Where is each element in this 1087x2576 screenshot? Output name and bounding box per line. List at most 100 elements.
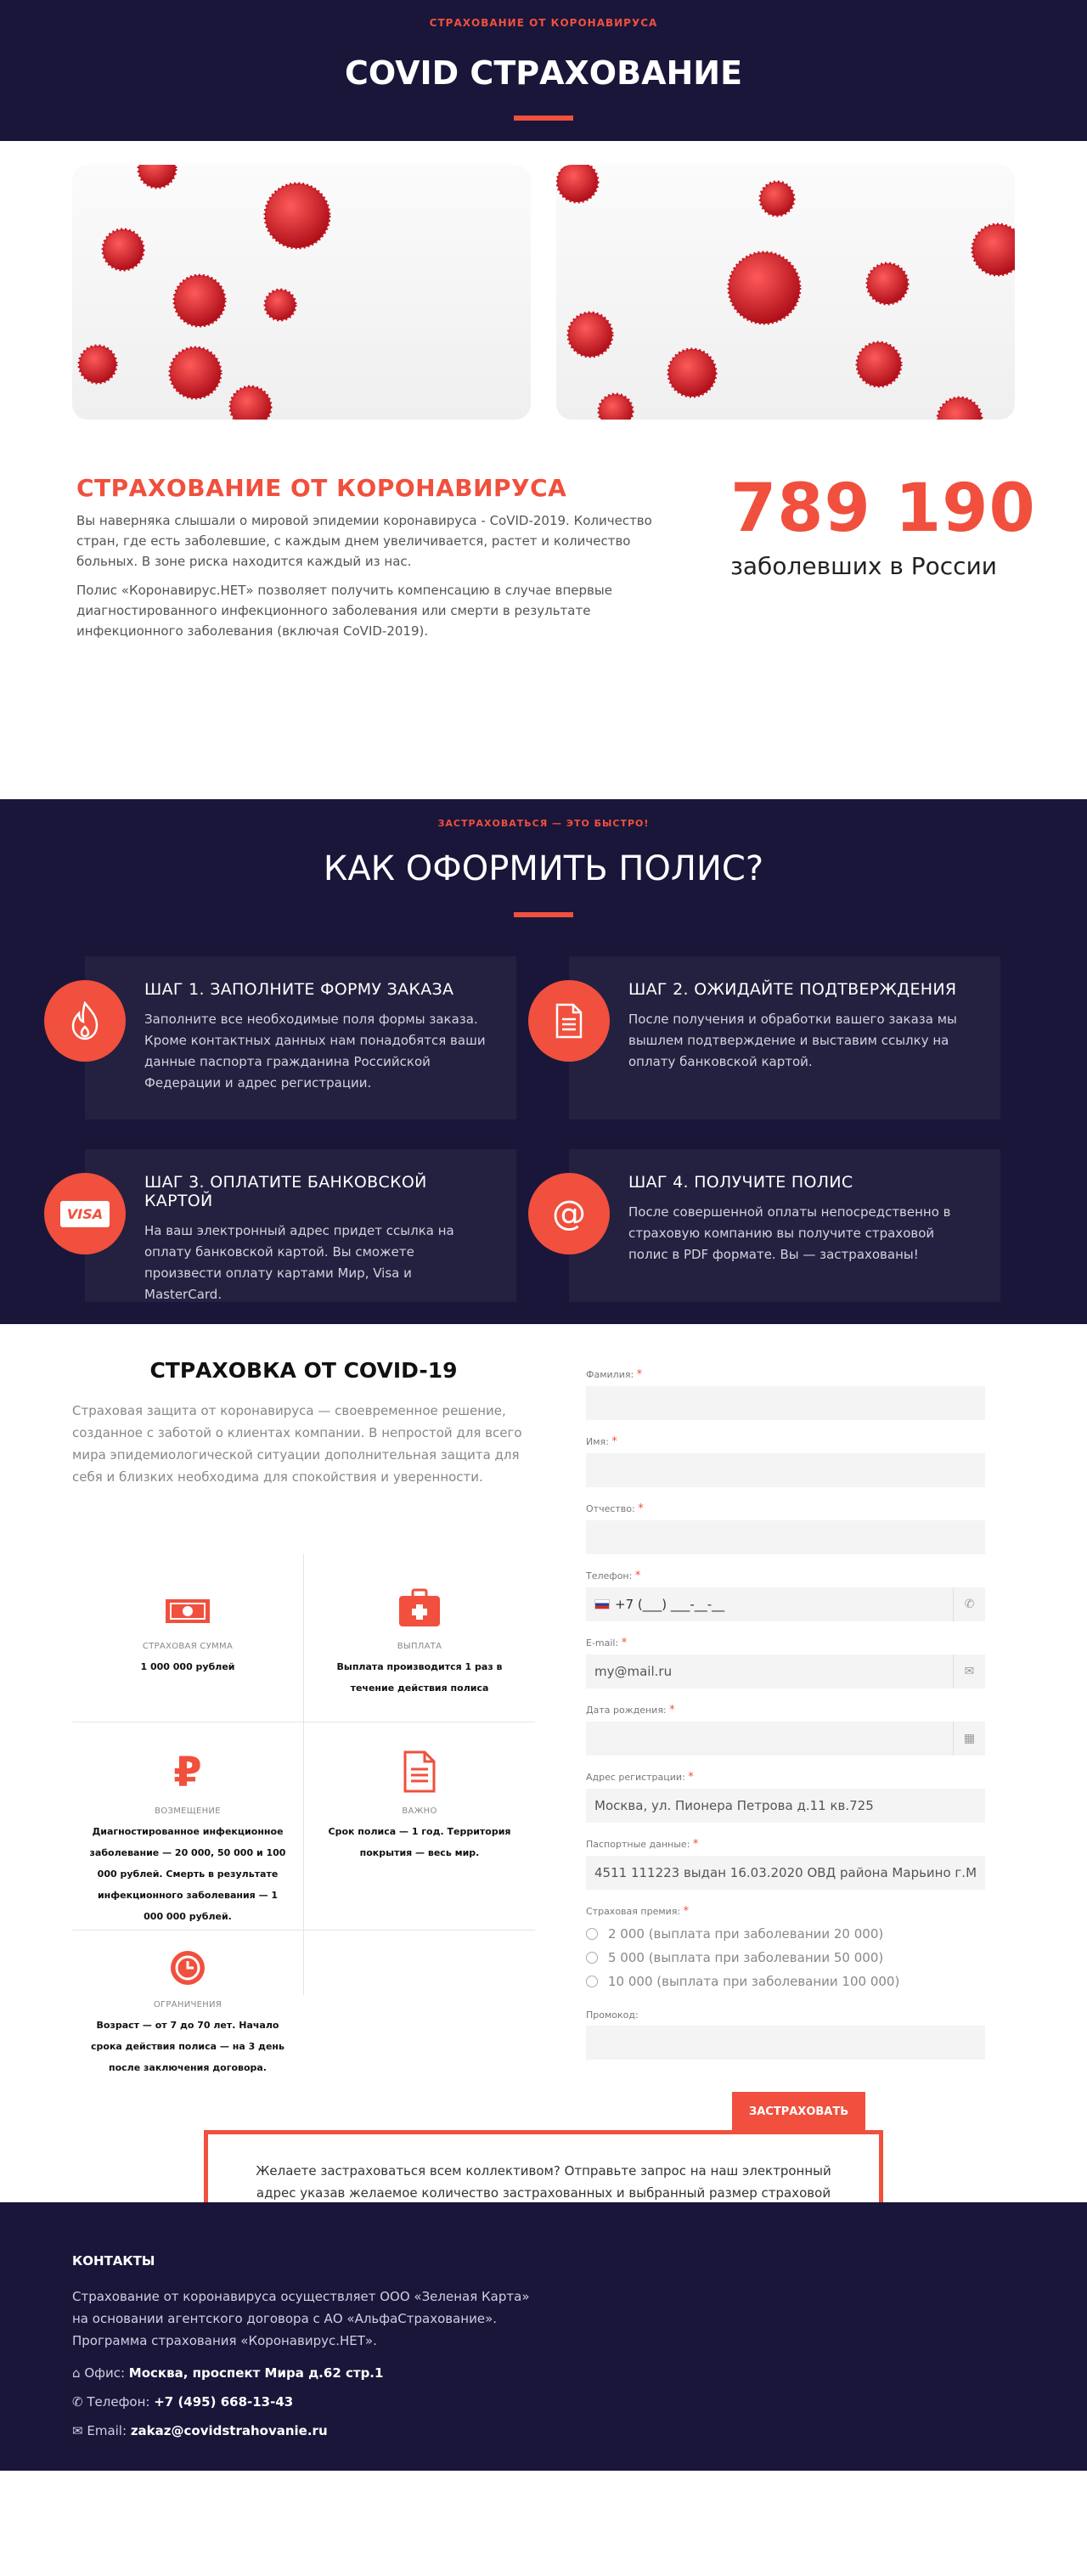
feature-sum-label: СТРАХОВАЯ СУММА [142, 1642, 234, 1651]
name-input[interactable] [586, 1453, 985, 1487]
passport-label: Паспортные данные: [586, 1839, 690, 1850]
info-heading: СТРАХОВАНИЕ ОТ КОРОНАВИРУСА [76, 474, 567, 502]
birthdate-label: Дата рождения: [586, 1705, 667, 1716]
phone-input[interactable]: +7 (___) ___-__-__ ✆ [586, 1587, 985, 1621]
step-4-title: ШАГ 4. ПОЛУЧИТЕ ПОЛИС [628, 1173, 853, 1192]
howto-section: ЗАСТРАХОВАТЬСЯ — ЭТО БЫСТРО! КАК ОФОРМИТ… [0, 799, 1087, 1324]
premium-field: Страховая премия: * 2 000 (выплата при з… [586, 1905, 985, 1989]
surname-label: Фамилия: [586, 1369, 634, 1380]
name-field: Имя: * [586, 1435, 985, 1487]
footer-office: ⌂ Офис: Москва, проспект Мира д.62 стр.1 [72, 2365, 1015, 2381]
features-grid: СТРАХОВАЯ СУММА 1 000 000 рублей ВЫПЛАТА… [72, 1553, 535, 2073]
hero-title: COVID СТРАХОВАНИЕ [344, 54, 743, 92]
feature-sum-value: 1 000 000 рублей [140, 1661, 235, 1672]
office-label: Офис: [84, 2365, 125, 2381]
feature-compensation-value: Диагностированное инфекционное заболеван… [89, 1826, 286, 1922]
info-paragraph-1: Вы наверняка слышали о мировой эпидемии … [76, 513, 652, 569]
premium-option-label: 10 000 (выплата при заболевании 100 000) [608, 1974, 900, 1989]
submit-button[interactable]: ЗАСТРАХОВАТЬ [732, 2092, 866, 2132]
virus-image-left [72, 165, 531, 420]
step-1-card: ШАГ 1. ЗАПОЛНИТЕ ФОРМУ ЗАКАЗА Заполните … [44, 956, 516, 1119]
required-mark: * [621, 1637, 628, 1649]
passport-input[interactable]: 4511 111223 выдан 16.03.2020 ОВД района … [586, 1856, 985, 1890]
surname-field: Фамилия: * [586, 1368, 985, 1420]
birthdate-input[interactable]: ▦ [586, 1722, 985, 1756]
email-link[interactable]: zakaz@covidstrahovanie.ru [131, 2423, 328, 2438]
footer-text: Страхование от коронавируса осуществляет… [72, 2289, 530, 2348]
flame-icon [44, 980, 126, 1062]
virus-image-right [556, 165, 1015, 420]
product-form-section: СТРАХОВКА ОТ COVID-19 Страховая защита о… [0, 1324, 1087, 2201]
premium-label: Страховая премия: [586, 1906, 681, 1917]
ruble-icon: ₽ [72, 1742, 303, 1793]
howto-title: КАК ОФОРМИТЬ ПОЛИС? [323, 849, 764, 888]
order-form: Фамилия: * Имя: * Отчество: * Телефон: *… [586, 1368, 985, 2132]
surname-input[interactable] [586, 1386, 985, 1420]
phone-label: Телефон: [586, 1570, 633, 1581]
email-field: E-mail: * my@mail.ru ✉ [586, 1637, 985, 1688]
email-label: E-mail: [586, 1637, 619, 1649]
step-4-text: После совершенной оплаты непосредственно… [628, 1204, 951, 1262]
phone-icon: ✆ [72, 2394, 83, 2410]
promo-label: Промокод: [586, 2010, 639, 2021]
envelope-icon: ✉ [953, 1654, 985, 1688]
product-info: СТРАХОВКА ОТ COVID-19 Страховая защита о… [72, 1358, 535, 1488]
step-2-card: ШАГ 2. ОЖИДАЙТЕ ПОДТВЕРЖДЕНИЯ После полу… [528, 956, 1000, 1119]
title-underline [514, 912, 573, 917]
radio-button[interactable] [586, 1928, 598, 1940]
home-icon: ⌂ [72, 2365, 81, 2381]
radio-button[interactable] [586, 1952, 598, 1964]
required-mark: * [688, 1771, 694, 1784]
premium-option-5000[interactable]: 5 000 (выплата при заболевании 50 000) [586, 1950, 985, 1965]
promo-input[interactable] [586, 2026, 985, 2060]
feature-payout-value: Выплата производится 1 раз в течение дей… [336, 1661, 503, 1694]
patronymic-label: Отчество: [586, 1503, 635, 1514]
radio-button[interactable] [586, 1976, 598, 1987]
feature-limits-label: ОГРАНИЧЕНИЯ [153, 2000, 222, 2010]
name-label: Имя: [586, 1436, 609, 1447]
step-2-text: После получения и обработки вашего заказ… [628, 1012, 957, 1069]
phone-link[interactable]: +7 (495) 668-13-43 [154, 2394, 293, 2410]
address-field: Адрес регистрации: * Москва, ул. Пионера… [586, 1771, 985, 1823]
office-address: Москва, проспект Мира д.62 стр.1 [128, 2365, 384, 2381]
at-icon: @ [528, 1173, 610, 1254]
birthdate-field: Дата рождения: * ▦ [586, 1704, 985, 1756]
premium-option-10000[interactable]: 10 000 (выплата при заболевании 100 000) [586, 1974, 985, 1989]
visa-icon-label: VISA [59, 1200, 110, 1227]
phone-field: Телефон: * +7 (___) ___-__-__ ✆ [586, 1570, 985, 1621]
footer: КОНТАКТЫ Страхование от коронавируса осу… [0, 2202, 1087, 2471]
feature-limits-value: Возраст — от 7 до 70 лет. Начало срока д… [91, 2020, 284, 2073]
step-3-title: ШАГ 3. ОПЛАТИТЕ БАНКОВСКОЙ КАРТОЙ [144, 1173, 427, 1210]
required-mark: * [669, 1704, 675, 1716]
feature-sum: СТРАХОВАЯ СУММА 1 000 000 рублей [72, 1577, 303, 1677]
calendar-icon[interactable]: ▦ [953, 1722, 985, 1756]
email-value: my@mail.ru [594, 1664, 673, 1679]
howto-supertitle: ЗАСТРАХОВАТЬСЯ — ЭТО БЫСТРО! [437, 818, 650, 829]
visa-icon: VISA [44, 1173, 126, 1254]
money-icon [72, 1577, 303, 1628]
infected-count: 789 190 [730, 471, 1036, 547]
footer-phone: ✆ Телефон: +7 (495) 668-13-43 [72, 2394, 1015, 2410]
patronymic-input[interactable] [586, 1520, 985, 1554]
required-mark: * [634, 1570, 641, 1582]
footer-heading: КОНТАКТЫ [72, 2253, 155, 2269]
feature-compensation: ₽ ВОЗМЕЩЕНИЕ Диагностированное инфекцион… [72, 1742, 303, 1927]
premium-option-label: 5 000 (выплата при заболевании 50 000) [608, 1950, 884, 1965]
step-4-card: @ ШАГ 4. ПОЛУЧИТЕ ПОЛИС После совершенно… [528, 1149, 1000, 1302]
required-mark: * [692, 1838, 699, 1851]
feature-payout-label: ВЫПЛАТА [397, 1642, 442, 1651]
document-icon [528, 980, 610, 1062]
envelope-icon: ✉ [72, 2423, 83, 2438]
address-input[interactable]: Москва, ул. Пионера Петрова д.11 кв.725 [586, 1789, 985, 1823]
flag-ru-icon[interactable] [594, 1599, 610, 1609]
passport-field: Паспортные данные: * 4511 111223 выдан 1… [586, 1838, 985, 1890]
grid-divider [72, 1930, 535, 1931]
patronymic-field: Отчество: * [586, 1502, 985, 1554]
email-input[interactable]: my@mail.ru ✉ [586, 1654, 985, 1688]
premium-option-2000[interactable]: 2 000 (выплата при заболевании 20 000) [586, 1926, 985, 1942]
step-1-text: Заполните все необходимые поля формы зак… [144, 1012, 486, 1091]
info-paragraph-2: Полис «Коронавирус.НЕТ» позволяет получи… [76, 583, 612, 639]
hero-supertitle: СТРАХОВАНИЕ ОТ КОРОНАВИРУСА [429, 17, 658, 29]
info-section: СТРАХОВАНИЕ ОТ КОРОНАВИРУСА Вы наверняка… [0, 396, 1087, 702]
product-description: Страховая защита от коронавируса — своев… [72, 1403, 522, 1485]
